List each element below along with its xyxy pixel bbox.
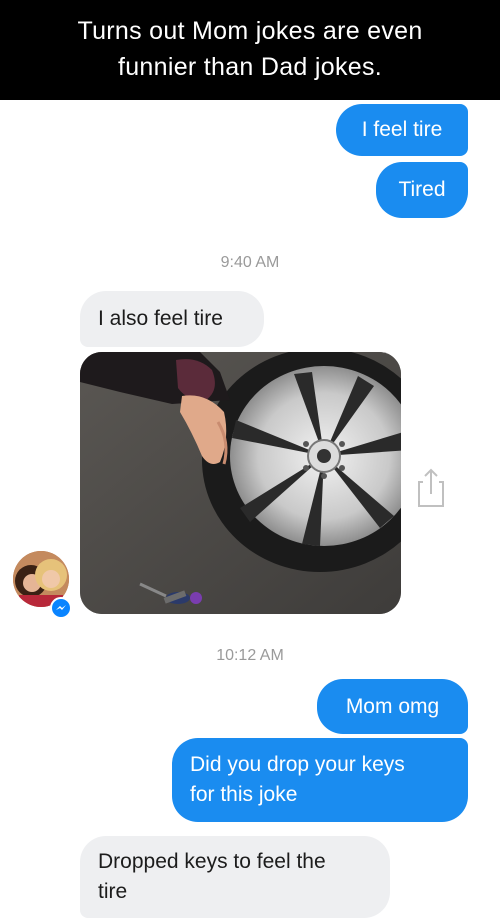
share-icon[interactable]	[414, 466, 448, 510]
message-bubble-incoming[interactable]: I also feel tire	[80, 291, 264, 347]
message-text: Tired	[398, 178, 446, 201]
message-text-line-2: for this joke	[190, 783, 298, 806]
timestamp: 10:12 AM	[216, 647, 284, 664]
caption-line-1: Turns out Mom jokes are even	[77, 17, 423, 45]
message-bubble-outgoing[interactable]: Mom omg	[317, 679, 468, 734]
photo-tire-with-keys	[80, 352, 401, 614]
caption-line-2: funnier than Dad jokes.	[117, 53, 382, 81]
message-text-line-1: Did you drop your keys	[190, 753, 405, 776]
caption-banner: Turns out Mom jokes are even funnier tha…	[0, 0, 500, 100]
message-bubble-outgoing[interactable]: Tired	[376, 162, 468, 218]
message-text: Mom omg	[345, 694, 440, 718]
message-bubble-outgoing[interactable]: I feel tire	[336, 104, 468, 156]
message-text: I also feel tire	[98, 307, 223, 330]
message-text-line-1: Dropped keys to feel the	[98, 850, 326, 873]
messenger-icon	[50, 597, 72, 619]
message-text-line-2: tire	[98, 880, 128, 903]
message-photo[interactable]	[80, 352, 401, 614]
timestamp: 9:40 AM	[220, 254, 280, 271]
message-text: I feel tire	[361, 118, 443, 141]
message-bubble-incoming[interactable]: Dropped keys to feel the tire	[80, 836, 390, 918]
message-bubble-outgoing[interactable]: Did you drop your keys for this joke	[172, 738, 468, 822]
